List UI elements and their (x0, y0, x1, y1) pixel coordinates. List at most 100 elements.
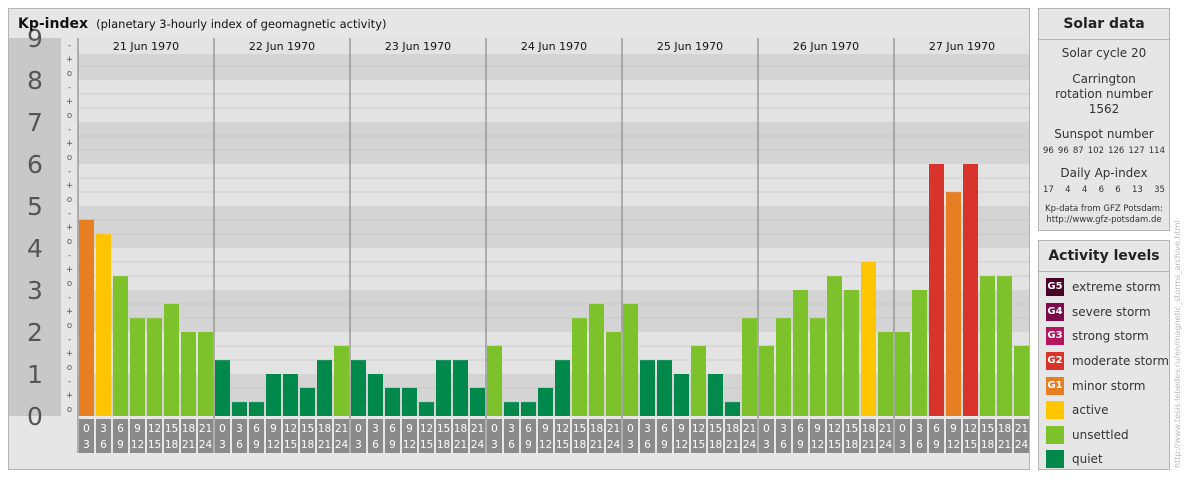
minor-tick-label: - (68, 377, 71, 387)
interval-start-label: 18 (318, 423, 331, 435)
kp-bar (606, 332, 621, 416)
kp-band-7 (78, 80, 1029, 122)
kp-bar (963, 164, 978, 416)
kp-bar (147, 318, 162, 416)
interval-end-label: 12 (403, 439, 416, 451)
sunspot-value: 127 (1128, 146, 1145, 156)
interval-start-label: 6 (933, 423, 940, 435)
interval-end-label: 24 (743, 439, 757, 451)
minor-tick-label: + (66, 349, 73, 359)
kp-bar (453, 360, 468, 416)
interval-end-label: 3 (491, 439, 498, 451)
interval-end-label: 12 (947, 439, 960, 451)
interval-start-label: 21 (607, 423, 620, 435)
credit-link[interactable]: http://www.tesis.lebedev.ru/en/magnetic_… (1173, 220, 1182, 468)
ap-value: 17 (1043, 185, 1054, 195)
interval-start-label: 12 (284, 423, 297, 435)
solar-data-title: Solar data (1039, 9, 1169, 40)
day-label: 21 Jun 1970 (113, 40, 179, 53)
interval-end-label: 9 (525, 439, 532, 451)
y-tick-label: 3 (27, 276, 43, 305)
activity-level-swatch (1046, 401, 1064, 420)
source-link[interactable]: http://www.gfz-potsdam.de (1039, 215, 1169, 226)
interval-end-label: 12 (131, 439, 144, 451)
kp-bar (759, 345, 774, 416)
kp-bar (776, 318, 791, 416)
kp-bar (657, 360, 672, 416)
minor-tick-label: o (67, 279, 72, 289)
minor-tick-label: - (68, 335, 71, 345)
activity-level-label: extreme storm (1072, 280, 1161, 295)
interval-end-label: 12 (267, 439, 280, 451)
kp-bar (470, 387, 485, 416)
ap-value: 13 (1132, 185, 1143, 195)
chart-title: Kp-index (planetary 3-hourly index of ge… (18, 16, 386, 32)
interval-end-label: 12 (811, 439, 824, 451)
interval-end-label: 6 (644, 439, 651, 451)
interval-start-label: 9 (542, 423, 549, 435)
interval-end-label: 9 (797, 439, 804, 451)
minor-tick-label: o (67, 195, 72, 205)
interval-start-label: 3 (100, 423, 107, 435)
chart-subtitle: (planetary 3-hourly index of geomagnetic… (96, 17, 387, 31)
interval-end-label: 21 (318, 439, 331, 451)
kp-bar (912, 290, 927, 416)
kp-bar (827, 276, 842, 416)
ap-value: 35 (1154, 185, 1165, 195)
activity-level-label: minor storm (1072, 378, 1146, 393)
interval-start-label: 18 (862, 423, 875, 435)
activity-level-label: severe storm (1072, 304, 1151, 319)
minor-tick-label: o (67, 237, 72, 247)
interval-end-label: 18 (165, 439, 178, 451)
kp-bar (351, 360, 366, 416)
interval-start-label: 9 (950, 423, 957, 435)
kp-bar (164, 303, 179, 416)
kp-bar (487, 345, 502, 416)
interval-end-label: 3 (763, 439, 770, 451)
kp-bar (113, 276, 128, 416)
kp-bar (793, 290, 808, 416)
interval-end-label: 15 (148, 439, 161, 451)
interval-end-label: 18 (573, 439, 586, 451)
sunspot-value: 87 (1072, 146, 1084, 156)
interval-end-label: 15 (284, 439, 297, 451)
interval-end-label: 6 (508, 439, 515, 451)
kp-bar (266, 374, 281, 416)
activity-level-swatch: G2 (1046, 352, 1064, 371)
activity-level-item: G3 strong storm (1039, 324, 1169, 349)
interval-start-label: 12 (692, 423, 705, 435)
interval-start-label: 18 (590, 423, 603, 435)
interval-start-label: 6 (525, 423, 532, 435)
interval-start-label: 18 (454, 423, 467, 435)
kp-bar (980, 276, 995, 416)
minor-tick-label: + (66, 391, 73, 401)
kp-bar (504, 402, 519, 416)
activity-level-swatch: G1 (1046, 376, 1064, 395)
minor-tick-label: o (67, 321, 72, 331)
interval-start-label: 0 (219, 423, 226, 435)
kp-bar (96, 234, 111, 416)
kp-bar (402, 387, 417, 416)
interval-start-label: 21 (471, 423, 484, 435)
sunspot-title: Sunspot number (1054, 127, 1154, 141)
interval-end-label: 18 (437, 439, 450, 451)
interval-start-label: 15 (573, 423, 586, 435)
interval-end-label: 18 (845, 439, 858, 451)
activity-levels-panel: Activity levels G5 extreme storm G4 severe … (1038, 240, 1170, 470)
interval-start-label: 3 (780, 423, 787, 435)
kp-chart: 0123456789o+-o+-o+-o+-o+-o+-o+-o+-o+- 21 … (9, 24, 1029, 453)
interval-end-label: 21 (454, 439, 467, 451)
interval-start-label: 9 (814, 423, 821, 435)
activity-level-swatch (1046, 425, 1064, 444)
interval-start-label: 3 (644, 423, 651, 435)
kp-bar (742, 318, 757, 416)
kp-bar (436, 360, 451, 416)
interval-start-label: 3 (372, 423, 379, 435)
interval-start-label: 18 (726, 423, 739, 435)
interval-start-label: 21 (335, 423, 348, 435)
interval-start-label: 3 (916, 423, 923, 435)
interval-end-label: 24 (1015, 439, 1029, 451)
minor-tick-label: - (68, 209, 71, 219)
kp-bar (623, 303, 638, 416)
kp-band-4 (78, 206, 1029, 248)
